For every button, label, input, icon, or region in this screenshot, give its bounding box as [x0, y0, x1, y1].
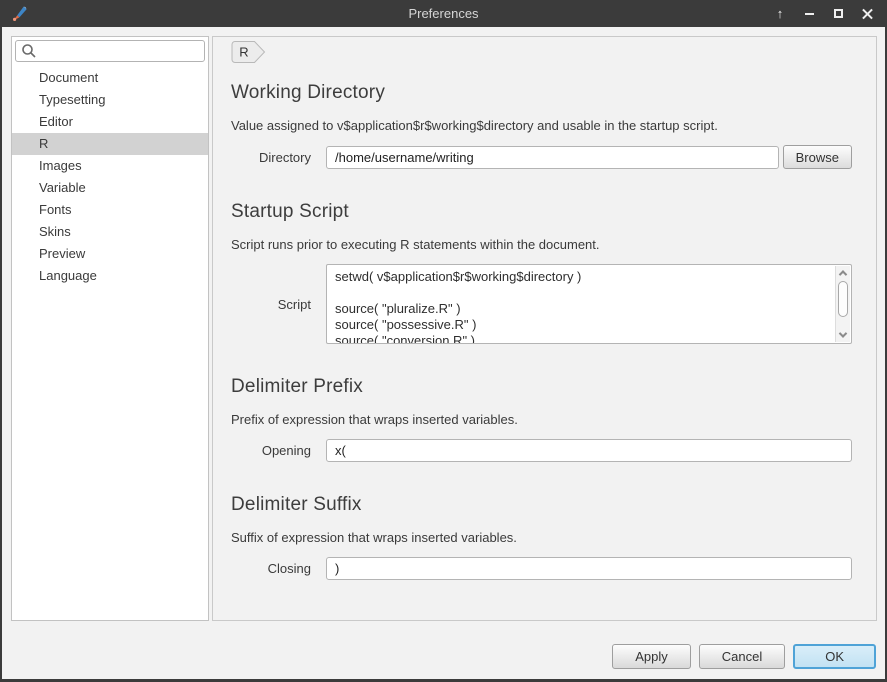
svg-text:R: R	[239, 45, 248, 60]
scroll-up-icon[interactable]	[836, 266, 850, 280]
search-box	[15, 40, 205, 62]
section-title-startup-script: Startup Script	[231, 201, 852, 223]
section-title-working-directory: Working Directory	[231, 82, 852, 104]
ok-button[interactable]: OK	[793, 644, 876, 669]
section-desc-startup-script: Script runs prior to executing R stateme…	[231, 237, 852, 252]
cancel-button[interactable]: Cancel	[699, 644, 785, 669]
sidebar-item-preview[interactable]: Preview	[12, 243, 208, 265]
dialog-footer: Apply Cancel OK	[2, 637, 885, 679]
sidebar-item-variable[interactable]: Variable	[12, 177, 208, 199]
sidebar: Document Typesetting Editor R Images Var…	[11, 36, 209, 621]
scrollbar-thumb[interactable]	[838, 281, 848, 317]
preferences-nav-list: Document Typesetting Editor R Images Var…	[12, 65, 208, 287]
sidebar-item-editor[interactable]: Editor	[12, 111, 208, 133]
maximize-icon[interactable]	[828, 4, 848, 24]
section-desc-delimiter-prefix: Prefix of expression that wraps inserted…	[231, 412, 852, 427]
section-title-delimiter-suffix: Delimiter Suffix	[231, 494, 852, 516]
closing-row: Closing	[231, 557, 852, 580]
app-pen-icon	[10, 5, 28, 23]
preferences-window: Preferences ↑ Document Typesetting Edito…	[0, 0, 887, 682]
sidebar-item-document[interactable]: Document	[12, 67, 208, 89]
script-text: setwd( v$application$r$working$directory…	[327, 265, 851, 344]
settings-pane: R Working Directory Value assigned to v$…	[212, 36, 877, 621]
directory-row: Directory Browse	[231, 145, 852, 169]
opening-label: Opening	[231, 443, 311, 458]
sidebar-item-images[interactable]: Images	[12, 155, 208, 177]
sidebar-item-r[interactable]: R	[12, 133, 208, 155]
sidebar-item-typesetting[interactable]: Typesetting	[12, 89, 208, 111]
opening-delimiter-input[interactable]	[326, 439, 852, 462]
minimize-icon[interactable]	[799, 4, 819, 24]
script-row: Script setwd( v$application$r$working$di…	[231, 264, 852, 344]
script-scrollbar[interactable]	[835, 266, 850, 342]
close-icon[interactable]	[857, 4, 877, 24]
search-icon	[21, 43, 37, 59]
section-title-delimiter-prefix: Delimiter Prefix	[231, 376, 852, 398]
directory-label: Directory	[231, 150, 311, 165]
titlebar: Preferences ↑	[0, 0, 887, 27]
closing-delimiter-input[interactable]	[326, 557, 852, 580]
search-input[interactable]	[15, 40, 205, 62]
section-desc-delimiter-suffix: Suffix of expression that wraps inserted…	[231, 530, 852, 545]
window-controls: ↑	[770, 4, 877, 24]
sidebar-item-fonts[interactable]: Fonts	[12, 199, 208, 221]
script-editor[interactable]: setwd( v$application$r$working$directory…	[326, 264, 852, 344]
script-label: Script	[231, 297, 311, 312]
shade-icon[interactable]: ↑	[770, 4, 790, 24]
scroll-down-icon[interactable]	[836, 328, 850, 342]
section-desc-working-directory: Value assigned to v$application$r$workin…	[231, 118, 852, 133]
apply-button[interactable]: Apply	[612, 644, 691, 669]
closing-label: Closing	[231, 561, 311, 576]
sidebar-item-language[interactable]: Language	[12, 265, 208, 287]
window-title: Preferences	[0, 6, 887, 21]
browse-button[interactable]: Browse	[783, 145, 852, 169]
directory-input[interactable]	[326, 146, 779, 169]
opening-row: Opening	[231, 439, 852, 462]
dialog-body: Document Typesetting Editor R Images Var…	[2, 27, 885, 637]
sidebar-item-skins[interactable]: Skins	[12, 221, 208, 243]
breadcrumb: R	[231, 40, 267, 64]
